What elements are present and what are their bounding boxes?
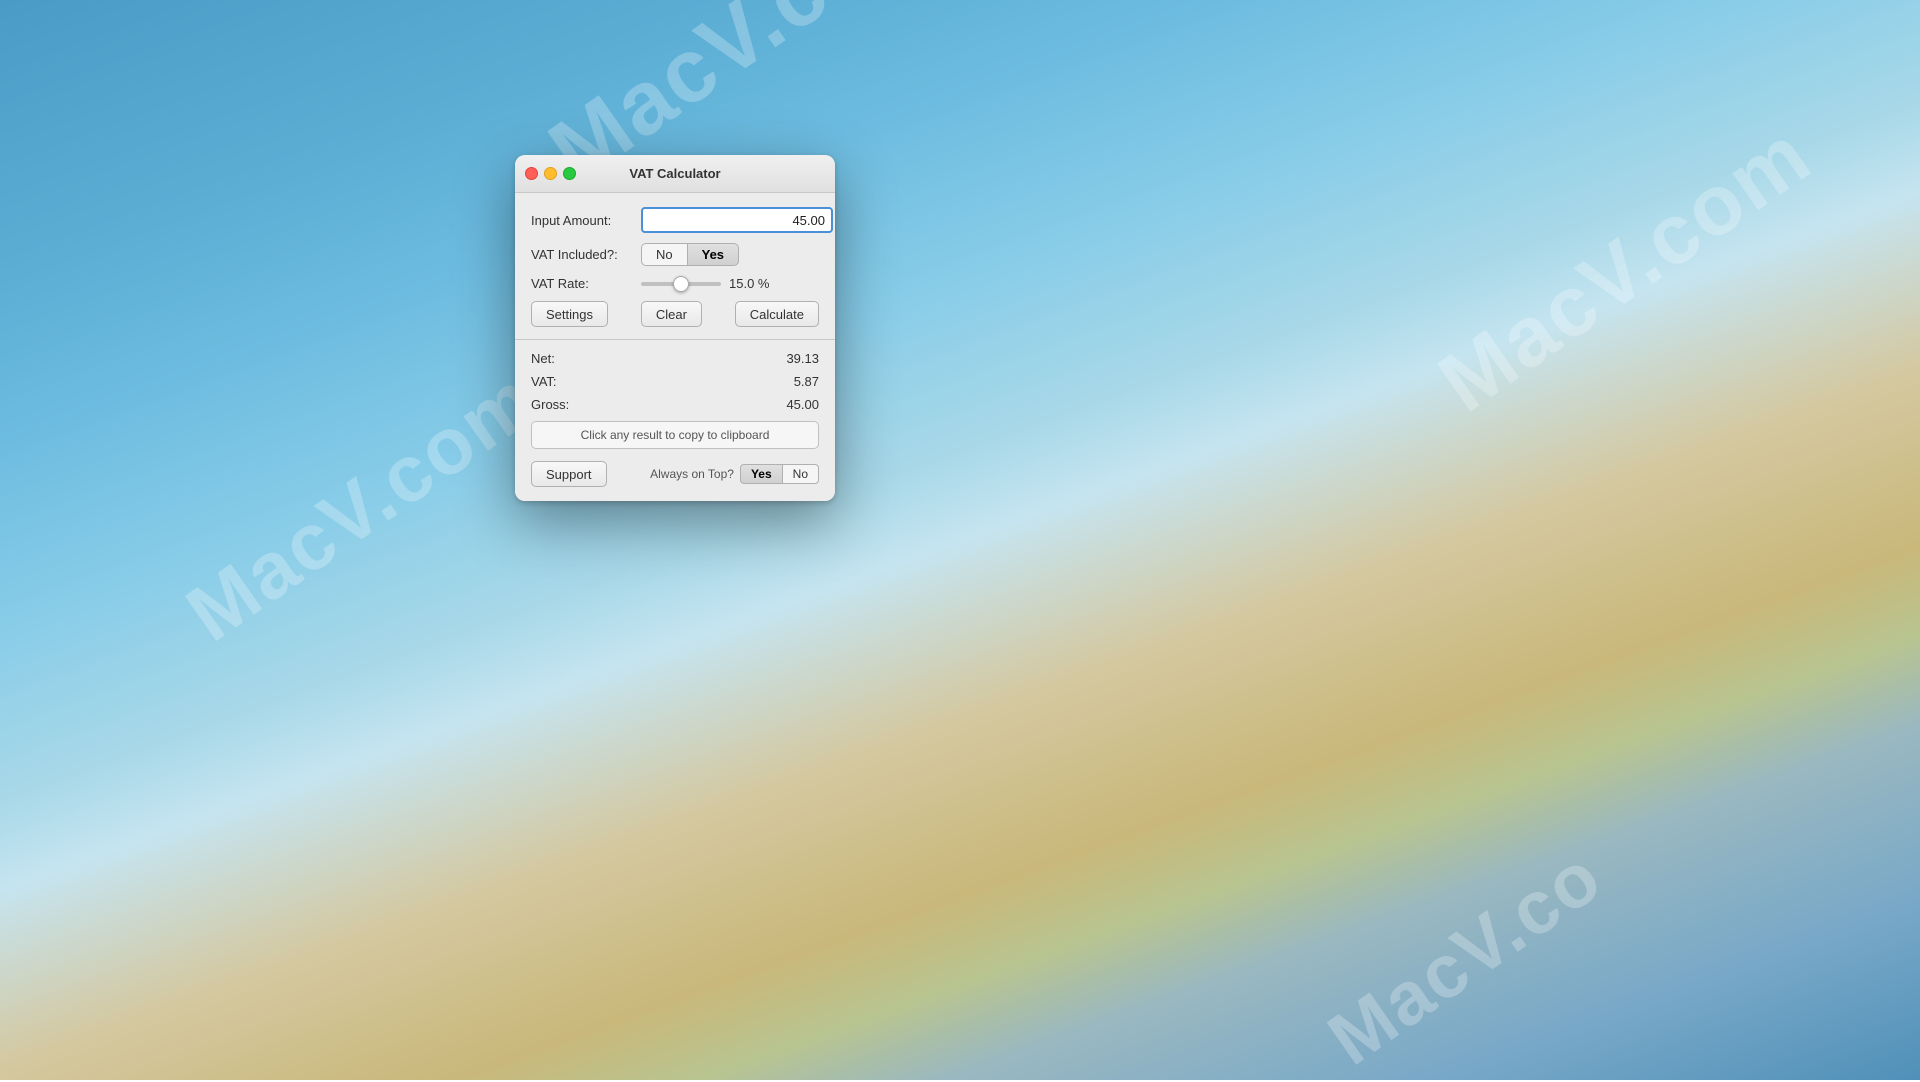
- vat-rate-display: 15.0 %: [729, 276, 774, 291]
- vat-calculator-window: VAT Calculator Input Amount: VAT Include…: [515, 155, 835, 501]
- vat-included-no-button[interactable]: No: [641, 243, 687, 266]
- clipboard-hint: Click any result to copy to clipboard: [531, 421, 819, 449]
- close-button[interactable]: [525, 167, 538, 180]
- divider: [515, 339, 835, 340]
- vat-included-row: VAT Included?: No Yes: [531, 243, 819, 266]
- action-buttons-row: Settings Clear Calculate: [531, 301, 819, 327]
- calculate-button[interactable]: Calculate: [735, 301, 819, 327]
- always-on-top-yes-button[interactable]: Yes: [740, 464, 782, 484]
- gross-result-row[interactable]: Gross: 45.00: [531, 396, 819, 413]
- amount-input[interactable]: [641, 207, 833, 233]
- vat-rate-label: VAT Rate:: [531, 276, 641, 291]
- vat-included-label: VAT Included?:: [531, 247, 641, 262]
- vat-rate-slider[interactable]: [641, 282, 721, 286]
- footer-row: Support Always on Top? Yes No: [531, 459, 819, 487]
- input-amount-label: Input Amount:: [531, 213, 641, 228]
- vat-rate-row: VAT Rate: 15.0 %: [531, 276, 819, 291]
- titlebar: VAT Calculator: [515, 155, 835, 193]
- always-on-top-group: Always on Top? Yes No: [650, 464, 819, 484]
- support-button[interactable]: Support: [531, 461, 607, 487]
- vat-value: 5.87: [794, 374, 819, 389]
- vat-label: VAT:: [531, 374, 557, 389]
- window-body: Input Amount: VAT Included?: No Yes VAT …: [515, 193, 835, 501]
- maximize-button[interactable]: [563, 167, 576, 180]
- always-on-top-label: Always on Top?: [650, 467, 734, 481]
- minimize-button[interactable]: [544, 167, 557, 180]
- vat-rate-slider-container: 15.0 %: [641, 276, 819, 291]
- vat-included-yes-button[interactable]: Yes: [687, 243, 739, 266]
- window-title: VAT Calculator: [629, 166, 720, 181]
- traffic-lights: [525, 167, 576, 180]
- input-amount-row: Input Amount:: [531, 207, 819, 233]
- clear-button[interactable]: Clear: [641, 301, 702, 327]
- settings-button[interactable]: Settings: [531, 301, 608, 327]
- net-result-row[interactable]: Net: 39.13: [531, 350, 819, 367]
- gross-value: 45.00: [786, 397, 819, 412]
- desktop-background: [0, 0, 1920, 1080]
- always-on-top-toggle: Yes No: [740, 464, 819, 484]
- vat-included-toggle: No Yes: [641, 243, 739, 266]
- always-on-top-no-button[interactable]: No: [782, 464, 819, 484]
- vat-result-row[interactable]: VAT: 5.87: [531, 373, 819, 390]
- gross-label: Gross:: [531, 397, 569, 412]
- net-label: Net:: [531, 351, 555, 366]
- net-value: 39.13: [786, 351, 819, 366]
